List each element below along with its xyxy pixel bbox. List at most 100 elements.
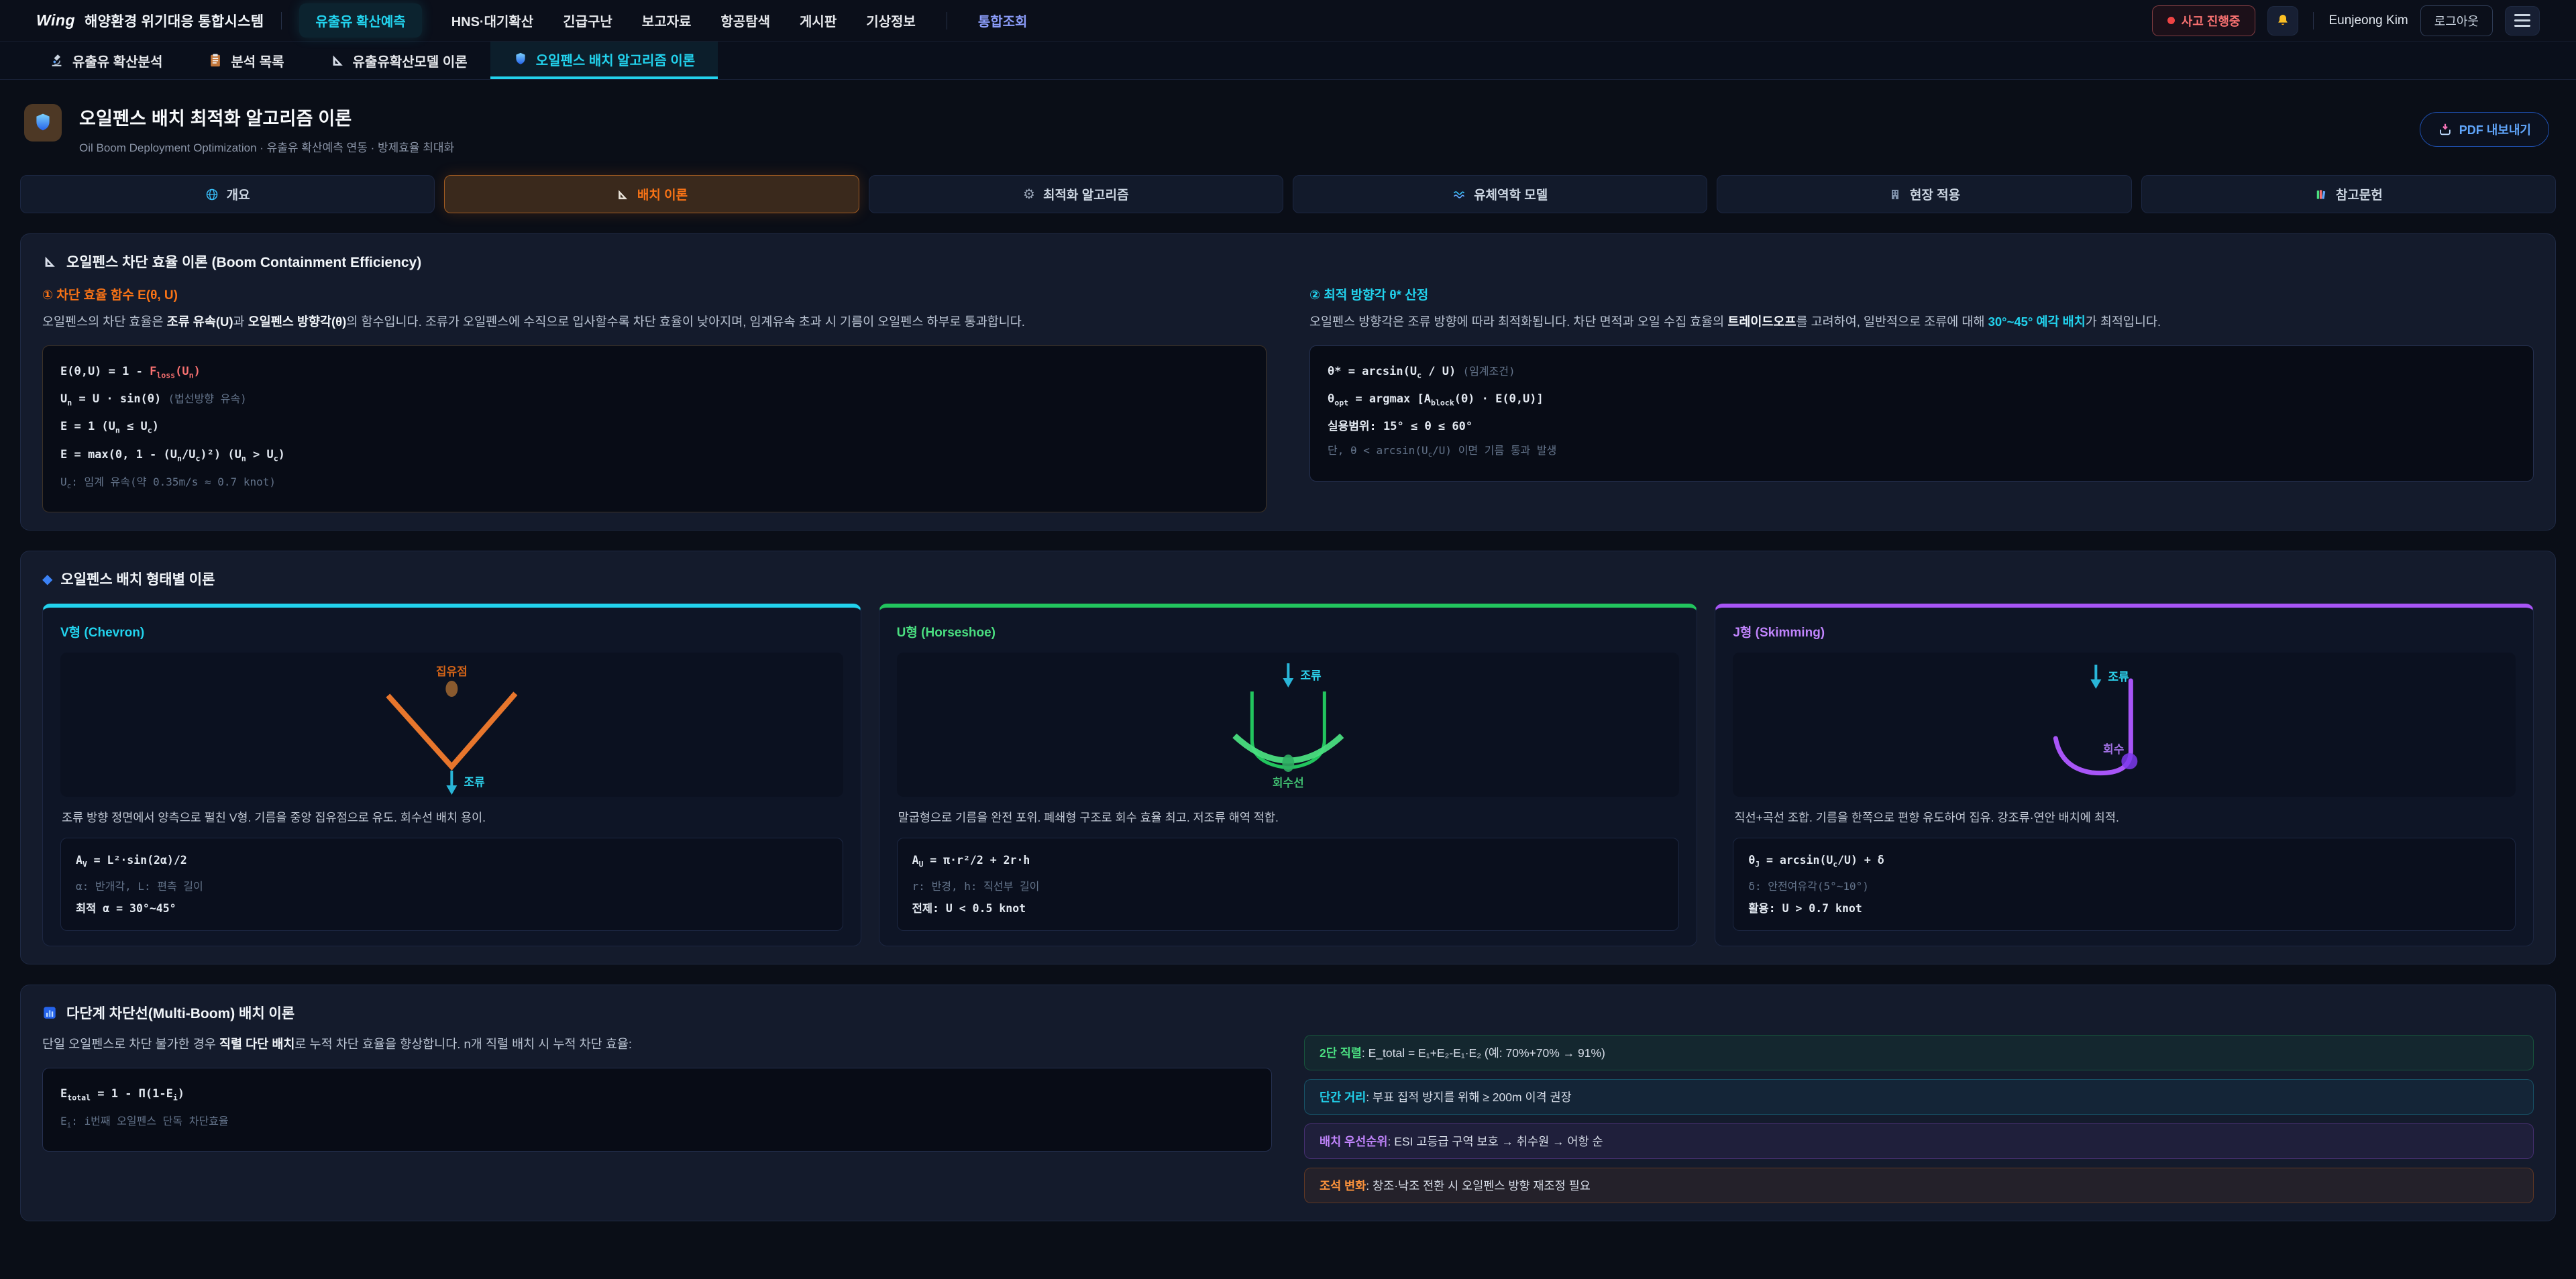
menu-button[interactable] xyxy=(2505,6,2540,36)
notification-button[interactable] xyxy=(2267,6,2298,36)
current-arrow-head xyxy=(446,785,457,795)
system-title: 해양환경 위기대응 통합시스템 xyxy=(85,11,264,31)
diamond-icon: ◆ xyxy=(42,571,52,588)
page-header: 오일펜스 배치 최적화 알고리즘 이론 Oil Boom Deployment … xyxy=(20,80,2556,159)
nav-item-oil-spill-prediction[interactable]: 유출유 확산예측 xyxy=(299,3,421,38)
tab-field-application[interactable]: 현장 적용 xyxy=(1717,175,2131,213)
subtab-diffusion-model-theory[interactable]: 유출유확산모델 이론 xyxy=(307,42,490,79)
chevron-diagram-svg: 집유점 조류 xyxy=(60,653,843,797)
subtab-label: 오일펜스 배치 알고리즘 이론 xyxy=(536,50,695,69)
nav-item-emergency-rescue[interactable]: 긴급구난 xyxy=(563,11,612,30)
user-name: Eunjeong Kim xyxy=(2328,13,2408,28)
horseshoe-diagram-svg: 조류 회수선 xyxy=(897,653,1680,797)
microscope-icon xyxy=(50,53,64,68)
boom-panel-horseshoe: U형 (Horseshoe) 조류 회수선 말굽형으로 기름을 완전 포위. xyxy=(879,604,1698,946)
skimming-diagram-svg: 조류 회수 xyxy=(1733,653,2516,797)
tab-hydrodynamics-model[interactable]: 유체역학 모델 xyxy=(1293,175,1707,213)
formula-line: 전제: U < 0.5 knot xyxy=(912,897,1664,920)
current-label: 조류 xyxy=(2108,671,2130,683)
multi-boom-paragraph: 단일 오일펜스로 차단 불가한 경우 직렬 다단 배치로 누적 차단 효율을 향… xyxy=(42,1035,1272,1054)
collection-point-dot xyxy=(445,681,458,697)
nav-item-weather-info[interactable]: 기상정보 xyxy=(866,11,916,30)
nav-item-hns-air-diffusion[interactable]: HNS·대기확산 xyxy=(451,11,534,30)
divider xyxy=(2313,12,2314,30)
formula-line: θ* = arcsin(Uc / U) (임계조건) xyxy=(1328,359,2516,387)
tab-overview[interactable]: 개요 xyxy=(20,175,435,213)
multi-boom-left-column: 단일 오일펜스로 차단 불가한 경우 직렬 다단 배치로 누적 차단 효율을 향… xyxy=(42,1035,1272,1203)
globe-icon xyxy=(205,188,219,201)
efficiency-right-column: ② 최적 방향각 θ* 산정 오일펜스 방향각은 조류 방향에 따라 최적화됩니… xyxy=(1309,285,2534,512)
boom-panel-chevron: V형 (Chevron) 집유점 조류 조류 방향 정면에서 양측으로 펼친 V… xyxy=(42,604,861,946)
logout-button[interactable]: 로그아웃 xyxy=(2420,5,2493,36)
card-title-row: 다단계 차단선(Multi-Boom) 배치 이론 xyxy=(42,1003,2534,1023)
formula-note: r: 반경, h: 직선부 길이 xyxy=(912,875,1664,897)
tab-label: 유체역학 모델 xyxy=(1474,185,1548,203)
formula-note: 단, θ < arcsin(Uc/U) 이면 기름 통과 발생 xyxy=(1328,439,2516,467)
recovery-label: 회수선 xyxy=(1273,777,1304,789)
optimal-angle-heading: ② 최적 방향각 θ* 산정 xyxy=(1309,285,2534,303)
card-title: 오일펜스 차단 효율 이론 (Boom Containment Efficien… xyxy=(66,252,421,272)
efficiency-formula-block: E(θ,U) = 1 - Floss(Un) Un = U · sin(θ) (… xyxy=(42,345,1267,513)
set-square-icon xyxy=(42,254,57,269)
nav-item-integrated-search[interactable]: 통합조회 xyxy=(978,11,1028,30)
formula-line: E(θ,U) = 1 - Floss(Un) xyxy=(60,359,1248,387)
formula-line: 최적 α = 30°~45° xyxy=(76,897,828,920)
subtab-spill-analysis[interactable]: 유출유 확산분석 xyxy=(27,42,185,79)
note-spacing: 단간 거리: 부표 집적 방지를 위해 ≥ 200m 이격 권장 xyxy=(1304,1079,2534,1115)
panel-title: V형 (Chevron) xyxy=(60,622,843,641)
page-icon-box xyxy=(24,104,62,142)
subtab-boom-algorithm-theory[interactable]: 오일펜스 배치 알고리즘 이론 xyxy=(490,42,718,79)
card-title: 오일펜스 배치 형태별 이론 xyxy=(60,569,215,589)
formula-line: E = 1 (Un ≤ Uc) xyxy=(60,414,1248,442)
bell-icon xyxy=(2275,13,2291,29)
tab-label: 현장 적용 xyxy=(1910,185,1960,203)
note-tide-change: 조석 변화: 창조·낙조 전환 시 오일펜스 방향 재조정 필요 xyxy=(1304,1168,2534,1203)
multi-boom-notes: 2단 직렬: E_total = E₁+E₂-E₁·E₂ (예: 70%+70%… xyxy=(1304,1035,2534,1203)
divider xyxy=(281,12,282,30)
formula-line: θopt = argmax [Ablock(θ) · E(θ,U)] xyxy=(1328,387,2516,414)
tab-deployment-theory[interactable]: 배치 이론 xyxy=(444,175,859,213)
multi-boom-card: 다단계 차단선(Multi-Boom) 배치 이론 단일 오일펜스로 차단 불가… xyxy=(20,985,2556,1221)
subtab-label: 분석 목록 xyxy=(231,51,284,70)
panel-description: 말굽형으로 기름을 완전 포위. 폐쇄형 구조로 회수 효율 최고. 저조류 해… xyxy=(898,809,1678,826)
tab-references[interactable]: 참고문헌 xyxy=(2141,175,2556,213)
recovery-label: 회수 xyxy=(2103,743,2125,756)
pdf-export-button[interactable]: PDF 내보내기 xyxy=(2420,112,2549,147)
nav-item-reports[interactable]: 보고자료 xyxy=(642,11,692,30)
optimal-angle-paragraph: 오일펜스 방향각은 조류 방향에 따라 최적화됩니다. 차단 면적과 오일 수집… xyxy=(1309,313,2534,332)
multi-boom-columns: 단일 오일펜스로 차단 불가한 경우 직렬 다단 배치로 누적 차단 효율을 향… xyxy=(42,1035,2534,1203)
sub-navigation: 유출유 확산분석 분석 목록 유출유확산모델 이론 xyxy=(0,42,2576,80)
skimming-diagram: 조류 회수 xyxy=(1733,653,2516,797)
logo: Wing 해양환경 위기대응 통합시스템 xyxy=(36,11,264,31)
current-arrow-head xyxy=(1283,678,1293,687)
containment-efficiency-card: 오일펜스 차단 효율 이론 (Boom Containment Efficien… xyxy=(20,233,2556,531)
card-title-row: 오일펜스 차단 효율 이론 (Boom Containment Efficien… xyxy=(42,252,2534,272)
subtab-label: 유출유확산모델 이론 xyxy=(353,51,468,70)
set-square-icon xyxy=(330,53,345,68)
efficiency-function-heading: ① 차단 효율 함수 E(θ, U) xyxy=(42,285,1267,303)
current-arrow-head xyxy=(2091,679,2102,689)
collection-point-label: 집유점 xyxy=(436,665,468,678)
tab-optimization-algorithm[interactable]: ⚙ 최적화 알고리즘 xyxy=(869,175,1283,213)
nav-item-aerial-search[interactable]: 항공탐색 xyxy=(720,11,770,30)
chevron-boom-line xyxy=(388,693,515,767)
wave-icon xyxy=(1452,188,1466,201)
formula-line: 활용: U > 0.7 knot xyxy=(1748,897,2500,920)
shield-icon xyxy=(32,112,54,133)
formula-line: Etotal = 1 - Π(1-Ei) xyxy=(60,1082,1254,1109)
section-tabs: 개요 배치 이론 ⚙ 최적화 알고리즘 유체역학 모델 xyxy=(20,175,2556,213)
formula-note: δ: 안전여유각(5°~10°) xyxy=(1748,875,2500,897)
main-nav: 유출유 확산예측 HNS·대기확산 긴급구난 보고자료 항공탐색 게시판 기상정… xyxy=(299,3,1027,38)
note-priority: 배치 우선순위: ESI 고등급 구역 보호 → 취수원 → 어항 순 xyxy=(1304,1123,2534,1159)
formula-note: Ei: i번째 오일펜스 단독 차단효율 xyxy=(60,1109,1254,1137)
formula-line: AU = π·r²/2 + 2r·h xyxy=(912,849,1664,875)
note-two-stage-series: 2단 직렬: E_total = E₁+E₂-E₁·E₂ (예: 70%+70%… xyxy=(1304,1035,2534,1070)
horseshoe-diagram: 조류 회수선 xyxy=(897,653,1680,797)
efficiency-function-paragraph: 오일펜스의 차단 효율은 조류 유속(U)과 오일펜스 방향각(θ)의 함수입니… xyxy=(42,313,1267,332)
gear-icon: ⚙ xyxy=(1023,186,1035,203)
subtab-analysis-list[interactable]: 분석 목록 xyxy=(185,42,307,79)
panel-title: U형 (Horseshoe) xyxy=(897,622,1680,641)
brand-mark: Wing xyxy=(36,11,75,30)
nav-item-board[interactable]: 게시판 xyxy=(800,11,837,30)
clipboard-icon xyxy=(208,53,223,68)
